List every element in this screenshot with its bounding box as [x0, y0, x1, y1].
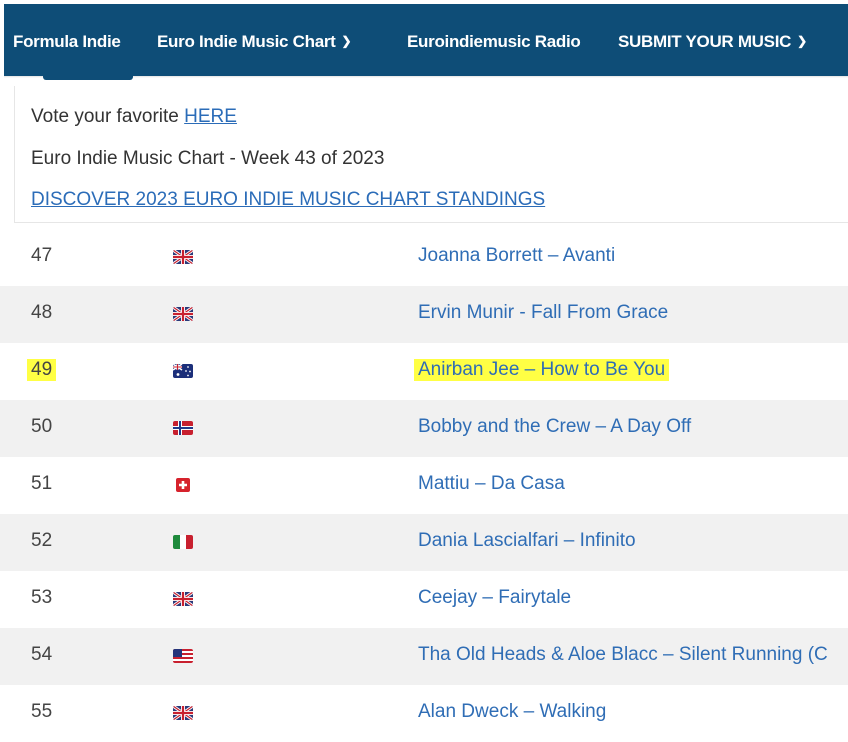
nav-euroindiemusic-radio[interactable]: Euroindiemusic Radio: [407, 32, 581, 52]
vote-here-link[interactable]: HERE: [184, 106, 237, 127]
uk-flag-icon: [173, 307, 193, 321]
rank: 50: [31, 416, 53, 437]
song-link[interactable]: Mattiu – Da Casa: [418, 473, 565, 495]
discover-standings-link[interactable]: DISCOVER 2023 EURO INDIE MUSIC CHART STA…: [31, 189, 545, 211]
table-row: 52 Dania Lascialfari – Infinito: [0, 514, 848, 571]
table-row: 55 Alan Dweck – Walking: [0, 685, 848, 742]
rank: 55: [31, 701, 53, 722]
song-link[interactable]: Ceejay – Fairytale: [418, 587, 571, 609]
usa-flag-icon: [173, 649, 193, 663]
chevron-down-icon: ❯: [341, 34, 352, 48]
uk-flag-icon: [173, 250, 193, 264]
table-row: 47 Joanna Borrett – Avanti: [0, 229, 848, 286]
rank: 49: [27, 359, 57, 381]
song-link[interactable]: Joanna Borrett – Avanti: [418, 245, 615, 267]
table-row: 54 Tha Old Heads & Aloe Blacc – Silent R…: [0, 628, 848, 685]
song-link[interactable]: Alan Dweck – Walking: [418, 701, 606, 723]
norway-flag-icon: [173, 421, 193, 435]
table-row: 48 Ervin Munir - Fall From Grace: [0, 286, 848, 343]
italy-flag-icon: [173, 535, 193, 549]
table-row: 49 Anirban Jee – How to Be You: [0, 343, 848, 400]
song-link[interactable]: Tha Old Heads & Aloe Blacc – Silent Runn…: [418, 644, 828, 666]
rank: 54: [31, 644, 53, 665]
uk-flag-icon: [173, 592, 193, 606]
nav-submit-your-music[interactable]: SUBMIT YOUR MUSIC ❯: [618, 32, 807, 52]
song-link[interactable]: Ervin Munir - Fall From Grace: [418, 302, 668, 324]
rank: 48: [31, 302, 53, 323]
vote-button-partial[interactable]: [43, 76, 133, 80]
song-link[interactable]: Anirban Jee – How to Be You: [414, 359, 670, 381]
nav-formula-indie[interactable]: Formula Indie: [13, 32, 121, 52]
song-link[interactable]: Bobby and the Crew – A Day Off: [418, 416, 691, 438]
song-link[interactable]: Dania Lascialfari – Infinito: [418, 530, 636, 552]
table-row: 53 Ceejay – Fairytale: [0, 571, 848, 628]
chevron-down-icon: ❯: [797, 34, 807, 48]
table-row: 50 Bobby and the Crew – A Day Off: [0, 400, 848, 457]
vote-text: Vote your favorite: [31, 106, 185, 127]
australia-flag-icon: [173, 364, 193, 378]
rank: 53: [31, 587, 53, 608]
nav-euro-indie-music-chart-label: Euro Indie Music Chart: [157, 32, 336, 51]
top-navigation-bar: Formula Indie Euro Indie Music Chart ❯ Eu…: [4, 4, 848, 76]
rank: 47: [31, 245, 53, 266]
uk-flag-icon: [173, 706, 193, 720]
rank: 51: [31, 473, 53, 494]
switzerland-flag-icon: [176, 478, 190, 492]
rank: 52: [31, 530, 53, 551]
table-row: 51 Mattiu – Da Casa: [0, 457, 848, 514]
nav-submit-your-music-label: SUBMIT YOUR MUSIC: [618, 32, 792, 51]
chart-table: 47 Joanna Borrett – Avanti 48 Ervin Muni…: [0, 229, 848, 742]
vote-line: Vote your favorite HERE: [31, 106, 237, 128]
week-text: Euro Indie Music Chart - Week 43 of 2023: [31, 148, 385, 169]
nav-euro-indie-music-chart[interactable]: Euro Indie Music Chart ❯: [157, 32, 352, 52]
